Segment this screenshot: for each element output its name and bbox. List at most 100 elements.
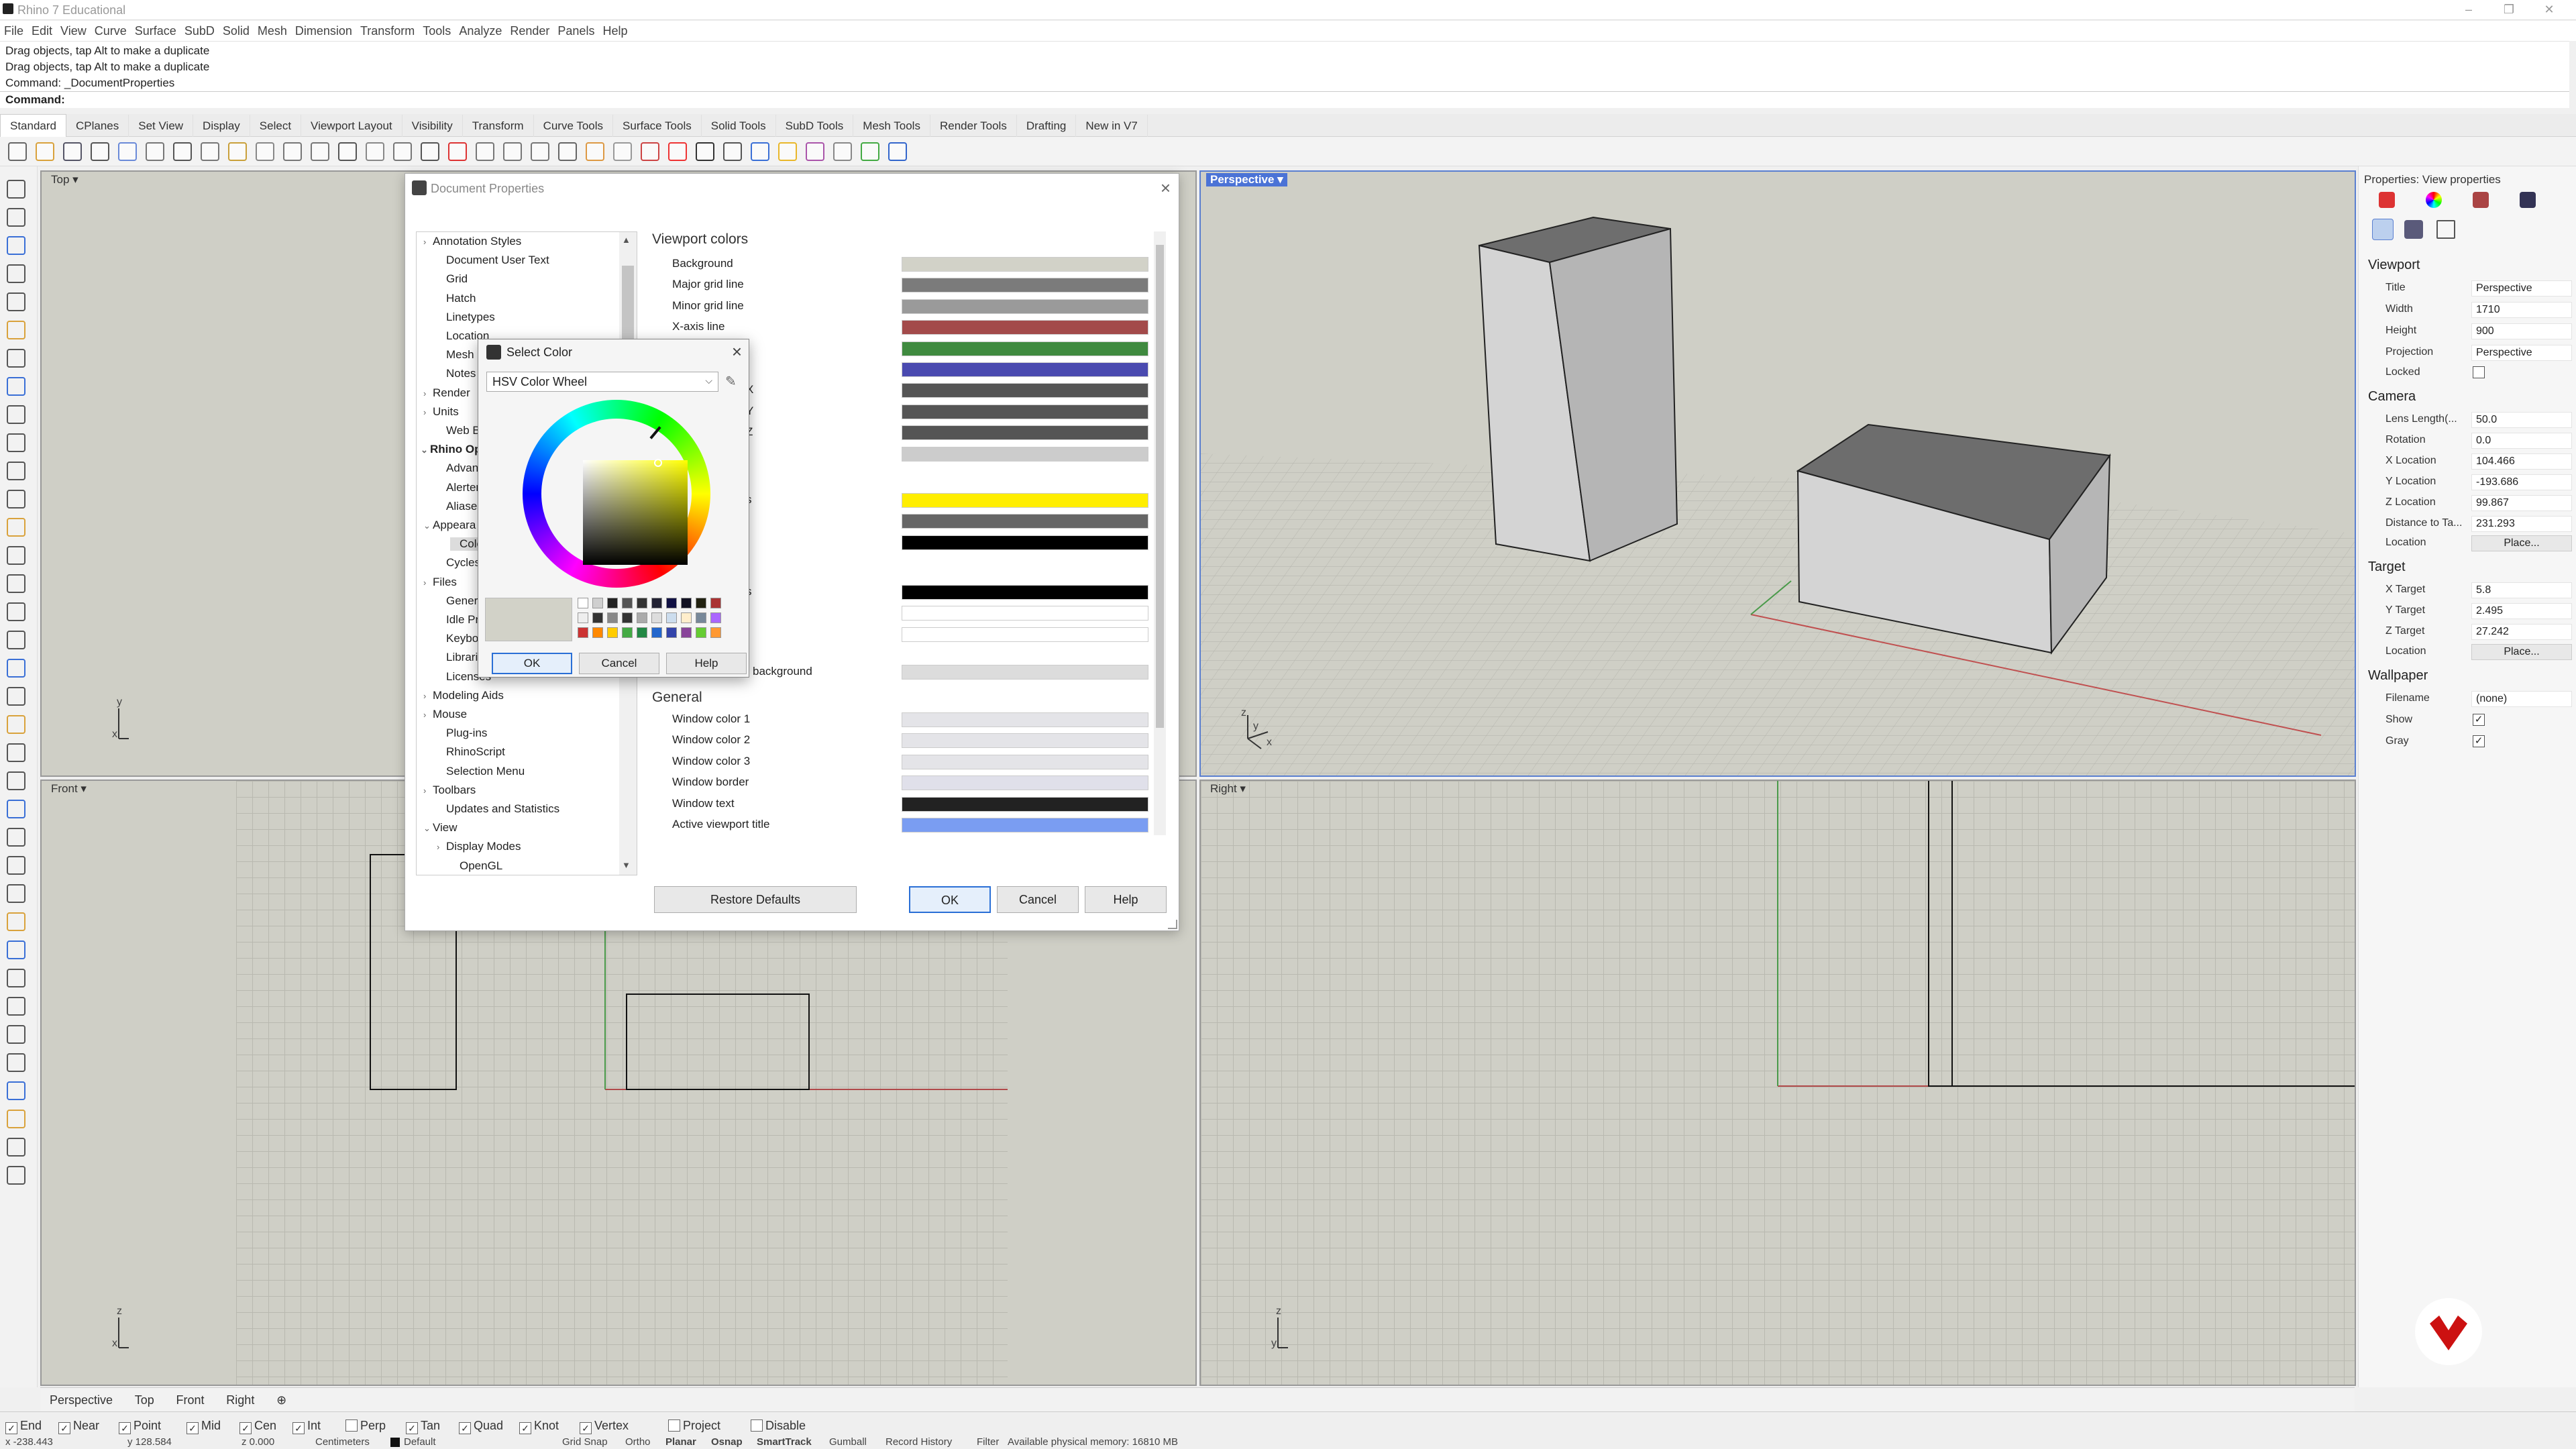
left-tool-icon[interactable] <box>7 321 25 339</box>
palette-swatch[interactable] <box>592 598 603 608</box>
left-tool-icon[interactable] <box>7 208 25 227</box>
general-color-swatch[interactable] <box>902 818 1148 833</box>
left-tool-icon[interactable] <box>7 180 25 199</box>
tab-drafting[interactable]: Drafting <box>1017 115 1077 138</box>
tree-item[interactable]: ⌄ Rhino Opt <box>421 443 485 456</box>
object-properties-icon[interactable] <box>2379 192 2395 208</box>
menu-item-transform[interactable]: Transform <box>356 21 419 42</box>
tab-display[interactable]: Display <box>193 115 250 138</box>
general-color-swatch[interactable] <box>902 733 1148 749</box>
select-color-close-icon[interactable]: × <box>732 341 742 362</box>
help-button[interactable]: Help <box>1085 886 1167 913</box>
tree-item[interactable]: › Display Modes <box>437 840 521 853</box>
palette-swatch[interactable] <box>651 627 662 638</box>
select-color-help-button[interactable]: Help <box>666 653 747 674</box>
locked-checkbox[interactable] <box>2473 366 2485 378</box>
color-swatch[interactable] <box>902 341 1148 356</box>
toolbar-tool-icon[interactable] <box>558 142 577 161</box>
tree-expand-icon[interactable]: › <box>423 237 433 247</box>
left-tool-icon[interactable] <box>7 292 25 311</box>
smarttrack-toggle[interactable]: SmartTrack <box>757 1436 812 1448</box>
restore-defaults-button[interactable]: Restore Defaults <box>654 886 857 913</box>
sv-cursor[interactable] <box>654 459 662 467</box>
palette-swatch[interactable] <box>578 598 588 608</box>
tab-visibility[interactable]: Visibility <box>402 115 463 138</box>
target-value[interactable]: 2.495 <box>2471 603 2572 619</box>
tree-expand-icon[interactable]: ⌄ <box>421 445 430 455</box>
eyedropper-icon[interactable]: ✎ <box>725 373 743 390</box>
menu-item-solid[interactable]: Solid <box>219 21 254 42</box>
menu-item-render[interactable]: Render <box>506 21 553 42</box>
tree-item[interactable]: › Render <box>423 386 470 400</box>
tab-right[interactable]: Right <box>217 1388 264 1413</box>
toolbar-tool-icon[interactable] <box>613 142 632 161</box>
left-tool-icon[interactable] <box>7 1166 25 1185</box>
osnap-mid[interactable]: ✓ Mid <box>186 1419 221 1434</box>
left-tool-icon[interactable] <box>7 884 25 903</box>
hue-wheel[interactable] <box>523 400 710 588</box>
toolbar-tool-icon[interactable] <box>366 142 384 161</box>
tab-set-view[interactable]: Set View <box>129 115 194 138</box>
menu-item-panels[interactable]: Panels <box>553 21 598 42</box>
tree-item[interactable]: RhinoScript <box>437 745 505 759</box>
menu-item-view[interactable]: View <box>56 21 91 42</box>
tree-item[interactable]: Document User Text <box>437 254 549 267</box>
tree-item[interactable]: › Annotation Styles <box>423 235 521 248</box>
left-tool-icon[interactable] <box>7 856 25 875</box>
add-viewport-icon[interactable]: ⊕ <box>267 1388 296 1413</box>
viewport-value[interactable]: 1710 <box>2471 302 2572 318</box>
perspective-viewport[interactable]: Perspective ▾ z y x <box>1199 170 2356 777</box>
show-checkbox[interactable]: ✓ <box>2473 714 2485 726</box>
tab-render-tools[interactable]: Render Tools <box>930 115 1017 138</box>
command-prompt[interactable]: Command: <box>0 92 2569 108</box>
tree-item[interactable]: › Units <box>423 405 459 419</box>
palette-swatch[interactable] <box>622 627 633 638</box>
tab-standard[interactable]: Standard <box>0 114 66 138</box>
palette-swatch[interactable] <box>607 627 618 638</box>
left-tool-icon[interactable] <box>7 546 25 565</box>
osnap-checkbox[interactable]: ✓ <box>186 1422 199 1434</box>
color-swatch[interactable] <box>902 606 1148 621</box>
minimize-icon[interactable]: – <box>2455 3 2482 17</box>
osnap-tan[interactable]: ✓ Tan <box>406 1419 440 1434</box>
osnap-checkbox[interactable]: ✓ <box>58 1422 70 1434</box>
tab-subd-tools[interactable]: SubD Tools <box>776 115 854 138</box>
select-color-cancel-button[interactable]: Cancel <box>579 653 659 674</box>
palette-swatch[interactable] <box>681 612 692 623</box>
camera-value[interactable]: 99.867 <box>2471 495 2572 511</box>
dialog-close-icon[interactable]: × <box>1161 178 1171 199</box>
osnap-end[interactable]: ✓ End <box>5 1419 42 1434</box>
left-tool-icon[interactable] <box>7 490 25 508</box>
osnap-disable[interactable]: Disable <box>751 1419 806 1433</box>
toolbar-tool-icon[interactable] <box>586 142 604 161</box>
tree-expand-icon[interactable]: › <box>423 710 433 720</box>
palette-swatch[interactable] <box>696 612 706 623</box>
toolbar-tool-icon[interactable] <box>311 142 329 161</box>
display-icon[interactable] <box>2436 220 2455 239</box>
tree-item[interactable]: OpenGL <box>450 859 502 873</box>
grid-snap-toggle[interactable]: Grid Snap <box>562 1436 608 1448</box>
osnap-near[interactable]: ✓ Near <box>58 1419 99 1434</box>
menu-item-surface[interactable]: Surface <box>131 21 180 42</box>
tab-front[interactable]: Front <box>167 1388 214 1413</box>
left-tool-icon[interactable] <box>7 405 25 424</box>
tree-expand-icon[interactable]: › <box>423 786 433 796</box>
left-tool-icon[interactable] <box>7 1081 25 1100</box>
menu-item-dimension[interactable]: Dimension <box>291 21 356 42</box>
tree-item[interactable]: Grid <box>437 272 468 286</box>
tree-item[interactable]: Aliases <box>437 500 483 513</box>
toolbar-tool-icon[interactable] <box>283 142 302 161</box>
material-icon[interactable] <box>2426 192 2442 208</box>
osnap-cen[interactable]: ✓ Cen <box>239 1419 276 1434</box>
color-swatch[interactable] <box>902 383 1148 398</box>
gumball-toggle[interactable]: Gumball <box>829 1436 867 1448</box>
palette-swatch[interactable] <box>710 598 721 608</box>
palette-swatch[interactable] <box>696 598 706 608</box>
tree-item[interactable]: Hatch <box>437 292 476 305</box>
left-tool-icon[interactable] <box>7 631 25 649</box>
resize-grip-icon[interactable] <box>1168 920 1177 929</box>
left-tool-icon[interactable] <box>7 349 25 368</box>
color-swatch[interactable] <box>902 257 1148 272</box>
toolbar-tool-icon[interactable] <box>146 142 164 161</box>
toolbar-tool-icon[interactable] <box>338 142 357 161</box>
